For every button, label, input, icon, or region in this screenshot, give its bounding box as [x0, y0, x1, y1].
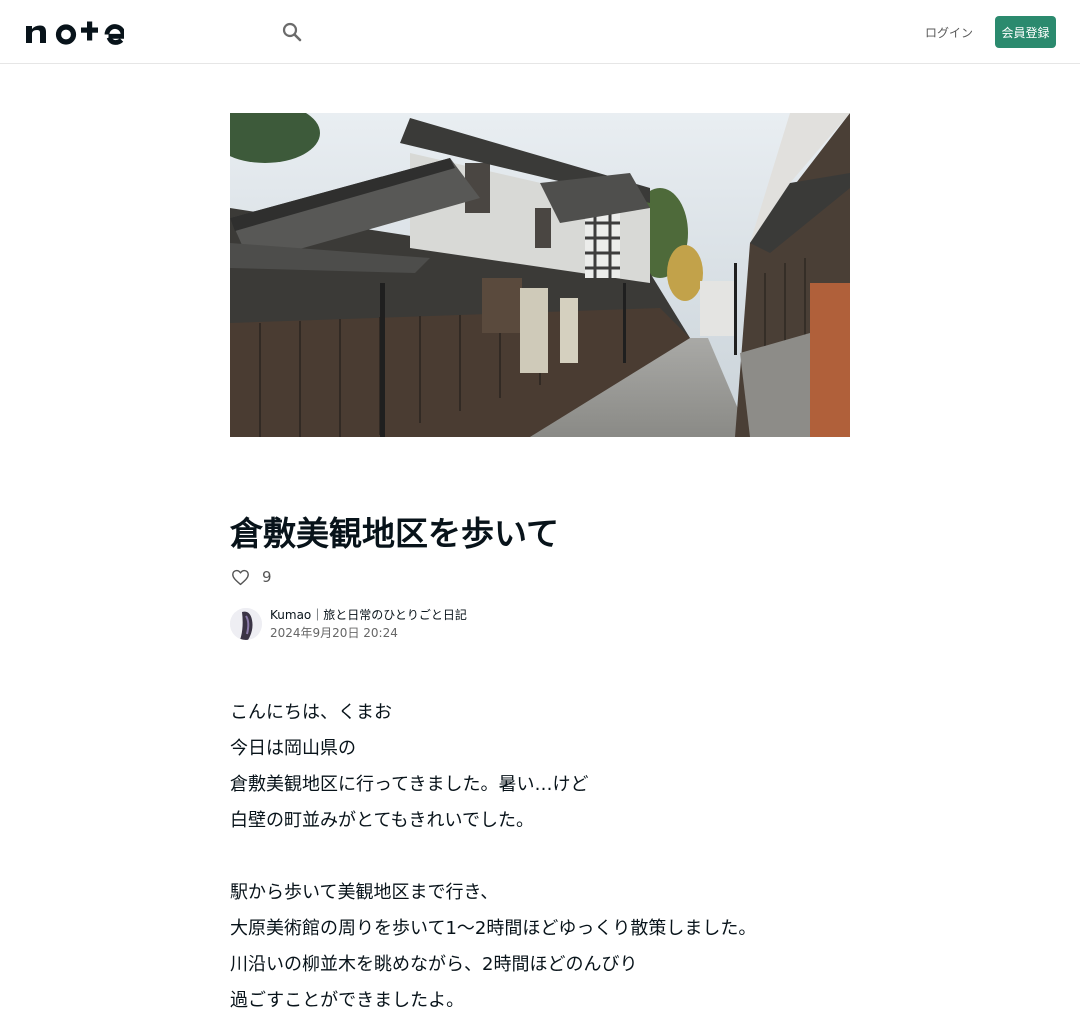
author-meta: Kumao｜旅と日常のひとりごと日記 2024年9月20日 20:24 — [270, 606, 467, 642]
login-link[interactable]: ログイン — [924, 16, 974, 48]
article-title: 倉敷美観地区を歩いて — [230, 514, 560, 553]
body-line: 大原美術館の周りを歩いて1〜2時間ほどゆっくり散策しました。 — [230, 918, 757, 939]
author-block: Kumao｜旅と日常のひとりごと日記 2024年9月20日 20:24 — [230, 606, 467, 642]
article-hero-image — [230, 113, 850, 437]
avatar[interactable] — [230, 608, 262, 640]
like-row: 9 — [230, 566, 272, 588]
search-icon — [282, 22, 302, 42]
like-count: 9 — [262, 568, 272, 586]
author-name[interactable]: Kumao｜旅と日常のひとりごと日記 — [270, 606, 467, 624]
body-line: 駅から歩いて美観地区まで行き、 — [230, 882, 499, 903]
post-date: 2024年9月20日 20:24 — [270, 626, 398, 640]
article-body: こんにちは、くまお 今日は岡山県の 倉敷美観地区に行ってきました。暑い…けど 白… — [230, 695, 850, 1019]
heart-outline-icon — [231, 569, 249, 585]
avatar-image — [230, 608, 262, 640]
body-line: 白壁の町並みがとてもきれいでした。 — [230, 810, 535, 831]
site-header: ログイン 会員登録 — [0, 0, 1080, 64]
signup-button[interactable]: 会員登録 — [995, 16, 1056, 48]
body-line: こんにちは、くまお — [230, 702, 392, 723]
like-button[interactable] — [230, 567, 250, 587]
body-line: 過ごすことができましたよ。 — [230, 990, 465, 1011]
note-logo[interactable] — [24, 19, 126, 45]
body-line: 今日は岡山県の — [230, 738, 356, 759]
street-photo — [230, 113, 850, 437]
logo-mark — [26, 21, 126, 45]
body-line — [230, 839, 850, 875]
body-line: 川沿いの柳並木を眺めながら、2時間ほどのんびり — [230, 954, 638, 975]
search-button[interactable] — [278, 18, 306, 46]
body-line: 倉敷美観地区に行ってきました。暑い…けど — [230, 774, 589, 795]
